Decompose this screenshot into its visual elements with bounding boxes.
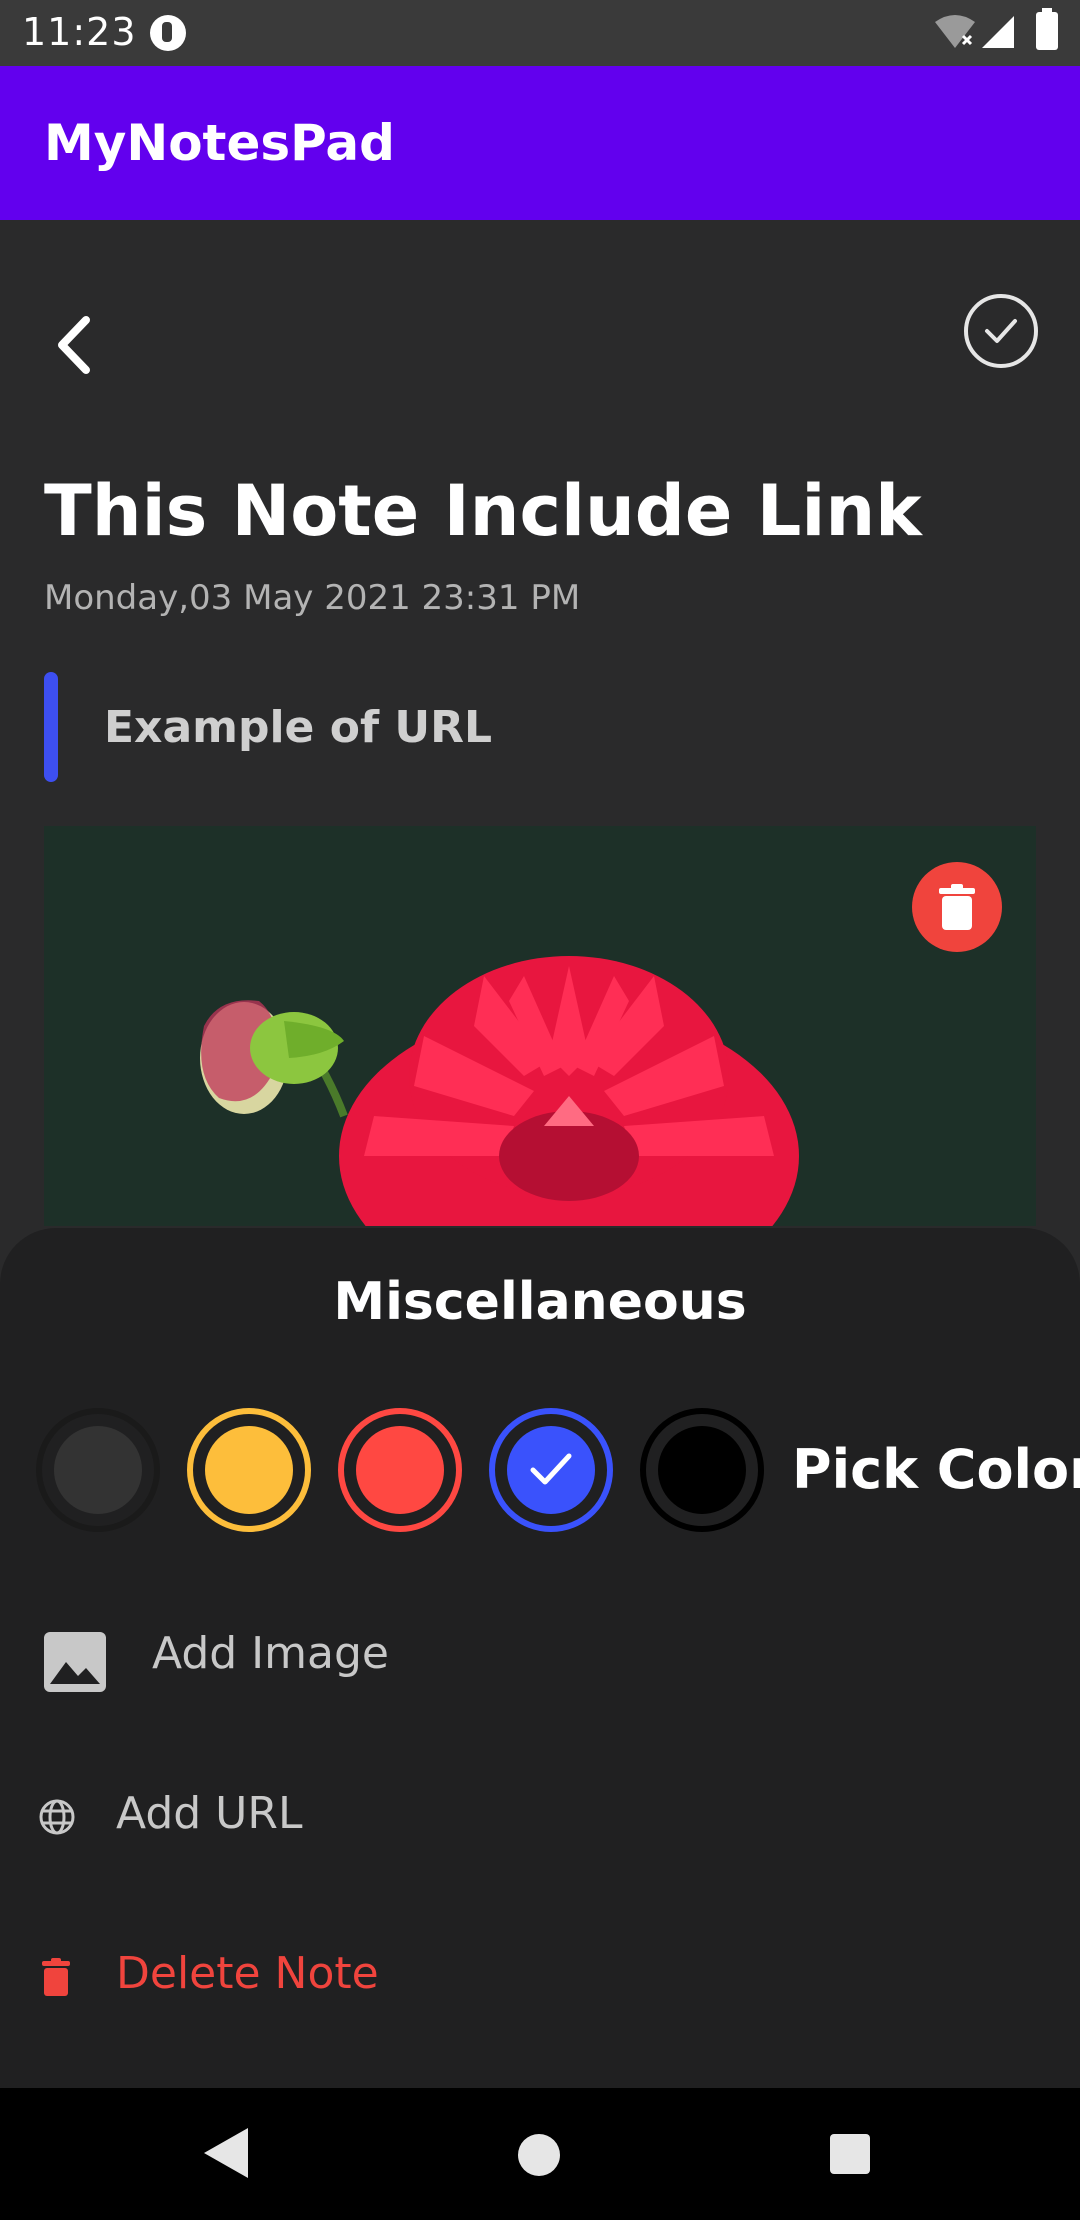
add-url-option[interactable]: Add URL [0,1760,1080,1870]
delete-note-option[interactable]: Delete Note [0,1920,1080,2030]
swatch-fill [54,1426,142,1514]
pick-color-label: Pick Color [792,1438,1080,1501]
flower-image [200,956,799,1226]
status-bar: 11:23 [0,0,1080,66]
check-circle-icon [985,319,1017,343]
color-swatch-blue[interactable] [489,1408,613,1532]
color-swatch-default[interactable] [36,1408,160,1532]
save-note-button[interactable] [964,294,1038,368]
globe-icon [39,1799,75,1835]
remove-image-button[interactable] [912,862,1002,952]
signal-icon [982,16,1014,48]
add-image-label: Add Image [152,1628,389,1679]
trash-icon [42,1958,70,1996]
notification-app-icon [150,15,186,51]
wifi-icon [935,15,975,48]
subtitle-color-indicator [44,672,58,782]
note-date: Monday,03 May 2021 23:31 PM [44,578,581,618]
add-image-option[interactable]: Add Image [0,1600,1080,1710]
color-swatch-red[interactable] [338,1408,462,1532]
status-time: 11:23 [22,10,137,54]
delete-note-label: Delete Note [116,1948,379,1999]
note-title[interactable]: This Note Include Link [44,470,922,552]
color-swatch-yellow[interactable] [187,1408,311,1532]
app-bar: MyNotesPad [0,66,1080,220]
image-icon [44,1632,106,1692]
app-title: MyNotesPad [44,114,395,172]
swatch-fill [356,1426,444,1514]
trash-icon [939,884,975,930]
back-button[interactable] [48,310,108,380]
note-subtitle[interactable]: Example of URL [104,702,492,753]
color-swatch-black[interactable] [640,1408,764,1532]
system-navigation-bar [0,2088,1080,2220]
add-url-label: Add URL [116,1788,303,1839]
miscellaneous-bottom-sheet: Miscellaneous Pick Color Add Image Add U… [0,1228,1080,2088]
note-image [44,826,1036,1226]
swatch-fill [658,1426,746,1514]
nav-back-icon[interactable] [204,2128,248,2178]
nav-recents-icon[interactable] [830,2134,870,2174]
back-arrow-icon [58,316,90,374]
sheet-title[interactable]: Miscellaneous [0,1272,1080,1332]
selected-check-icon [530,1453,572,1485]
swatch-fill [205,1426,293,1514]
battery-icon [1036,8,1058,50]
nav-home-icon[interactable] [518,2134,560,2176]
